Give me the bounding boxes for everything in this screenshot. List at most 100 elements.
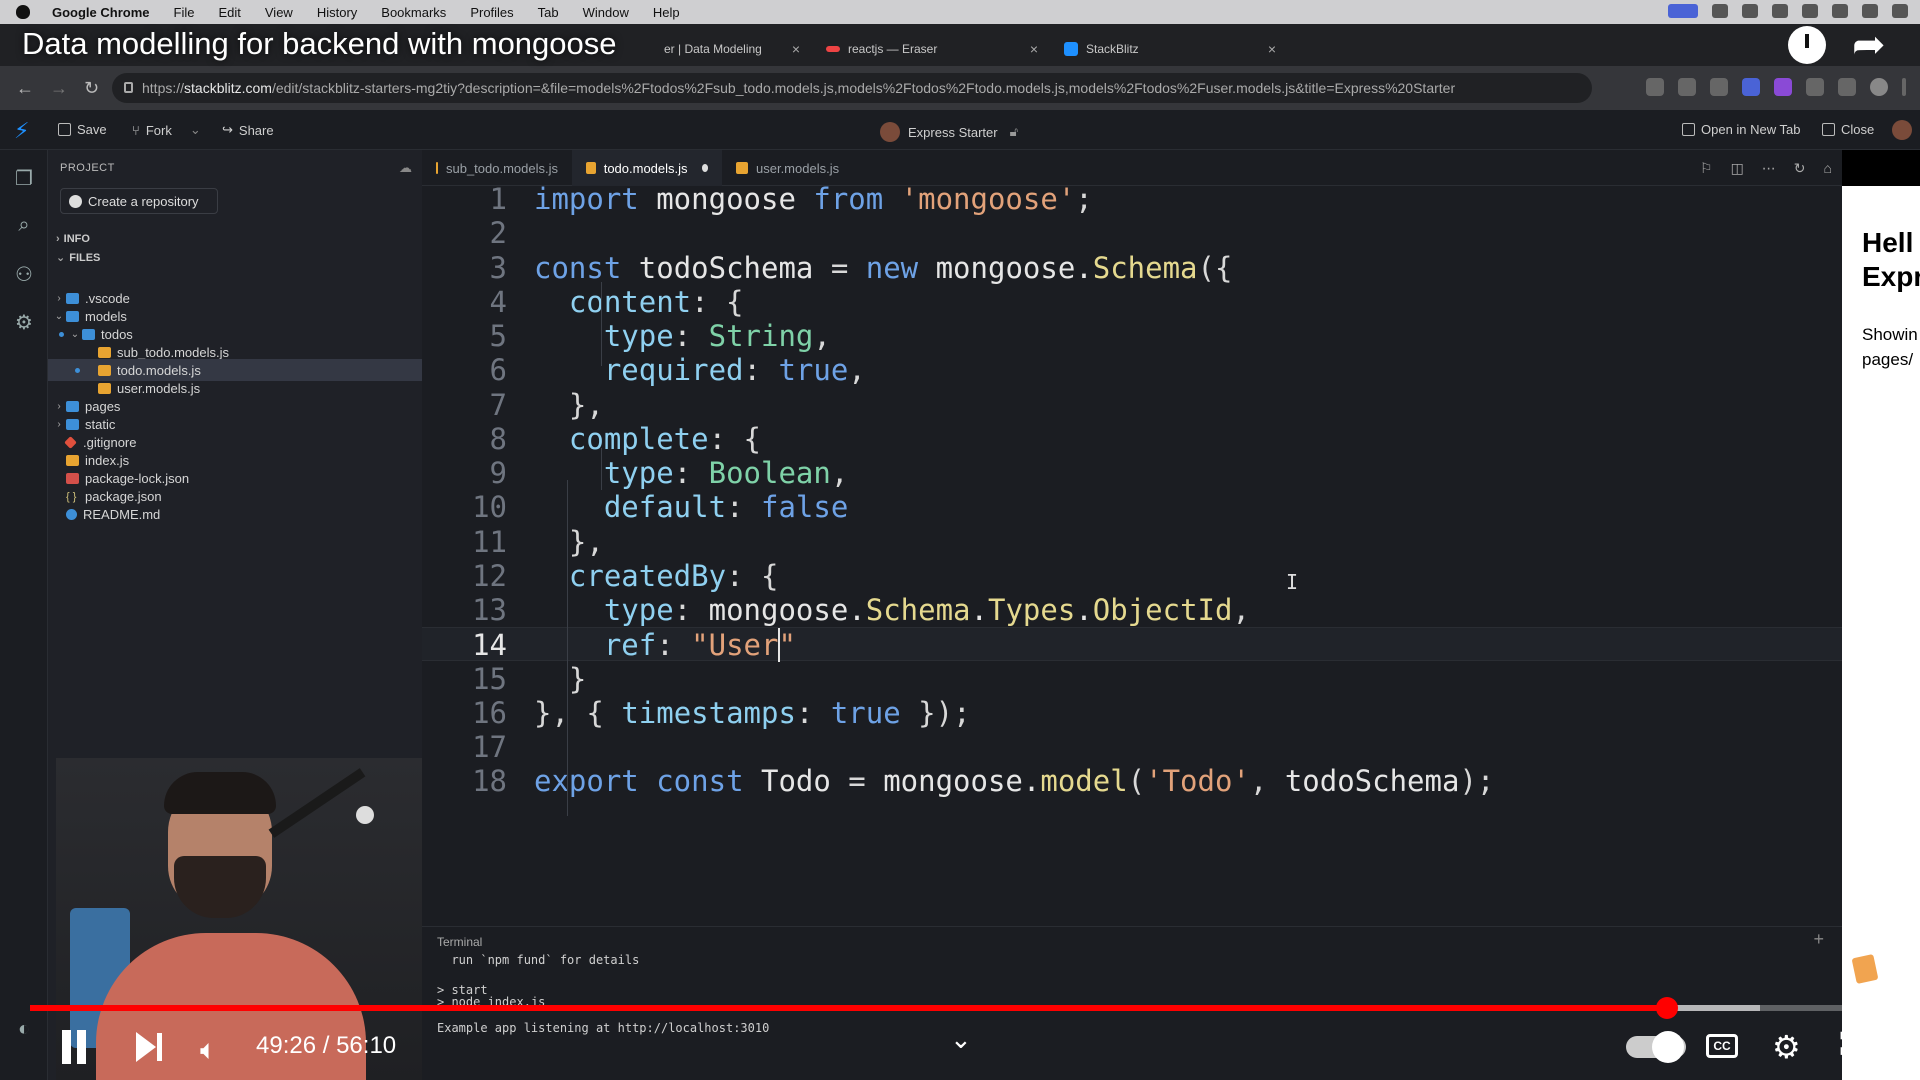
tray-app-icon[interactable] xyxy=(1712,4,1728,18)
avatar[interactable] xyxy=(1892,120,1912,140)
close-icon[interactable]: × xyxy=(1268,41,1276,57)
project-title[interactable]: Express Starter 🔓︎ xyxy=(880,122,1018,142)
files-icon[interactable]: ❐ xyxy=(13,166,35,190)
install-icon[interactable] xyxy=(1646,78,1664,96)
code-token: createdBy xyxy=(568,558,727,593)
forward-icon[interactable]: → xyxy=(50,78,68,99)
code-token: = xyxy=(830,250,866,285)
close-label: Close xyxy=(1841,122,1875,137)
code-editor[interactable]: 1 import mongoose from 'mongoose'; 2 3 const… xyxy=(422,186,1842,926)
close-icon[interactable]: × xyxy=(792,41,800,57)
extension-icon[interactable] xyxy=(1774,78,1792,96)
display-icon[interactable] xyxy=(1802,4,1818,18)
browser-tab-active[interactable]: StackBlitz × xyxy=(1050,32,1286,66)
terminal-line: run `npm fund` for details xyxy=(437,953,640,967)
apple-icon[interactable] xyxy=(16,5,30,19)
share-page-icon[interactable] xyxy=(1678,78,1696,96)
fork-button[interactable]: ⑂ Fork ⌄ xyxy=(132,122,201,138)
gear-icon[interactable]: ⚙ xyxy=(1772,1028,1801,1066)
pause-button[interactable] xyxy=(60,1030,88,1064)
add-terminal-icon[interactable]: + xyxy=(1813,929,1824,950)
menu-item-view[interactable]: View xyxy=(265,5,293,20)
video-title[interactable]: Data modelling for backend with mongoose xyxy=(22,26,617,62)
open-new-tab-button[interactable]: Open in New Tab xyxy=(1682,122,1801,137)
reload-icon[interactable]: ↻ xyxy=(84,78,102,99)
tree-item-label: pages xyxy=(85,398,121,414)
share-button[interactable]: ↪ Share xyxy=(222,122,274,138)
extension-icon[interactable] xyxy=(1742,78,1760,96)
create-repository-button[interactable]: Create a repository xyxy=(60,188,218,214)
menu-item-tab[interactable]: Tab xyxy=(538,5,559,20)
puzzle-icon[interactable] xyxy=(1806,78,1824,96)
chevron-right-icon[interactable]: › xyxy=(52,293,66,304)
chevron-down-icon[interactable]: ⌄ xyxy=(950,1024,972,1055)
preview-icon[interactable]: ⚐ xyxy=(1700,160,1713,177)
menu-item-profiles[interactable]: Profiles xyxy=(470,5,513,20)
code-token: : xyxy=(743,353,779,388)
menu-item-file[interactable]: File xyxy=(174,5,195,20)
gear-icon[interactable]: ⚙ xyxy=(13,310,35,334)
bookmark-star-icon[interactable] xyxy=(1710,78,1728,96)
control-center-icon[interactable] xyxy=(1892,4,1908,18)
search-icon[interactable]: ⌕ xyxy=(13,214,35,236)
next-button[interactable] xyxy=(136,1030,164,1064)
more-icon[interactable]: ⋯ xyxy=(1762,160,1776,177)
bluetooth-icon[interactable] xyxy=(1742,4,1758,18)
exit-fullscreen-icon[interactable]: ⛶ xyxy=(1840,1026,1862,1064)
stackblitz-logo-icon[interactable]: ⚡ xyxy=(14,118,29,144)
lock-icon[interactable] xyxy=(124,82,133,93)
terminal-panel[interactable]: Terminal + run `npm fund` for details > s… xyxy=(422,926,1842,1080)
code-token: ref xyxy=(603,628,657,663)
tray-app-icon[interactable] xyxy=(1772,4,1788,18)
tab-todo[interactable]: todo.models.js xyxy=(572,150,722,186)
scrubber-handle[interactable] xyxy=(1655,997,1678,1019)
files-section[interactable]: ⌄ FILES xyxy=(56,251,100,264)
tab-sub-todo[interactable]: sub_todo.models.js xyxy=(422,150,572,186)
screen-share-icon[interactable] xyxy=(1668,4,1698,18)
wifi-icon[interactable] xyxy=(1832,4,1848,18)
info-section[interactable]: › INFO xyxy=(56,233,90,245)
refresh-icon[interactable]: ↻ xyxy=(1794,160,1806,177)
plugin-icon[interactable]: ⚇ xyxy=(13,262,35,286)
split-editor-icon[interactable]: ◫ xyxy=(1731,160,1744,177)
menu-app-name[interactable]: Google Chrome xyxy=(52,5,150,20)
modified-dot-icon[interactable] xyxy=(701,164,708,172)
menu-item-help[interactable]: Help xyxy=(653,5,680,20)
menu-item-window[interactable]: Window xyxy=(583,5,629,20)
tab-user[interactable]: user.models.js xyxy=(722,150,862,186)
back-icon[interactable]: ← xyxy=(16,78,34,99)
browser-tab[interactable]: er | Data Modeling × xyxy=(650,32,810,66)
profile-avatar[interactable] xyxy=(1870,78,1888,96)
browser-tab[interactable]: reactjs — Eraser × xyxy=(812,32,1048,66)
theme-toggle-icon[interactable]: ◐ xyxy=(13,1018,35,1040)
captions-button[interactable]: CC xyxy=(1706,1034,1738,1058)
tree-file[interactable]: README.md xyxy=(48,503,422,525)
menu-item-bookmarks[interactable]: Bookmarks xyxy=(381,5,446,20)
close-icon[interactable]: × xyxy=(1030,41,1038,57)
save-button[interactable]: Save xyxy=(58,122,107,137)
chevron-down-icon[interactable]: ⌄ xyxy=(52,311,66,322)
chevron-right-icon[interactable]: › xyxy=(52,419,66,430)
lock-icon[interactable]: 🔓︎ xyxy=(1010,124,1018,140)
lock-icon[interactable]: ⌂ xyxy=(1824,160,1832,177)
code-token: mongoose. xyxy=(708,593,866,627)
code-token: . xyxy=(1075,593,1093,627)
code-text: } xyxy=(534,662,586,696)
side-panel-icon[interactable] xyxy=(1838,78,1856,96)
close-button[interactable]: Close xyxy=(1822,122,1874,137)
address-bar[interactable]: https://stackblitz.com/edit/stackblitz-s… xyxy=(112,73,1592,103)
battery-icon[interactable] xyxy=(1862,4,1878,18)
chevron-right-icon[interactable]: › xyxy=(52,401,66,412)
chevron-down-icon[interactable]: ⌄ xyxy=(190,122,201,138)
volume-icon[interactable]: 🔈︎ xyxy=(200,1034,217,1067)
video-progress-bar[interactable] xyxy=(30,997,1890,1019)
share-arrow-icon[interactable]: ➦ xyxy=(1852,22,1886,68)
chevron-down-icon[interactable]: ⌄ xyxy=(68,329,82,340)
preview-pane[interactable]: Hell Expr Showin pages/ xyxy=(1842,186,1920,1080)
autoplay-toggle[interactable] xyxy=(1626,1031,1686,1063)
kebab-menu-icon[interactable] xyxy=(1902,78,1906,96)
menu-item-history[interactable]: History xyxy=(317,5,357,20)
watch-later-icon[interactable] xyxy=(1788,26,1826,64)
sync-icon[interactable]: ☁ xyxy=(399,160,412,176)
menu-item-edit[interactable]: Edit xyxy=(218,5,240,20)
